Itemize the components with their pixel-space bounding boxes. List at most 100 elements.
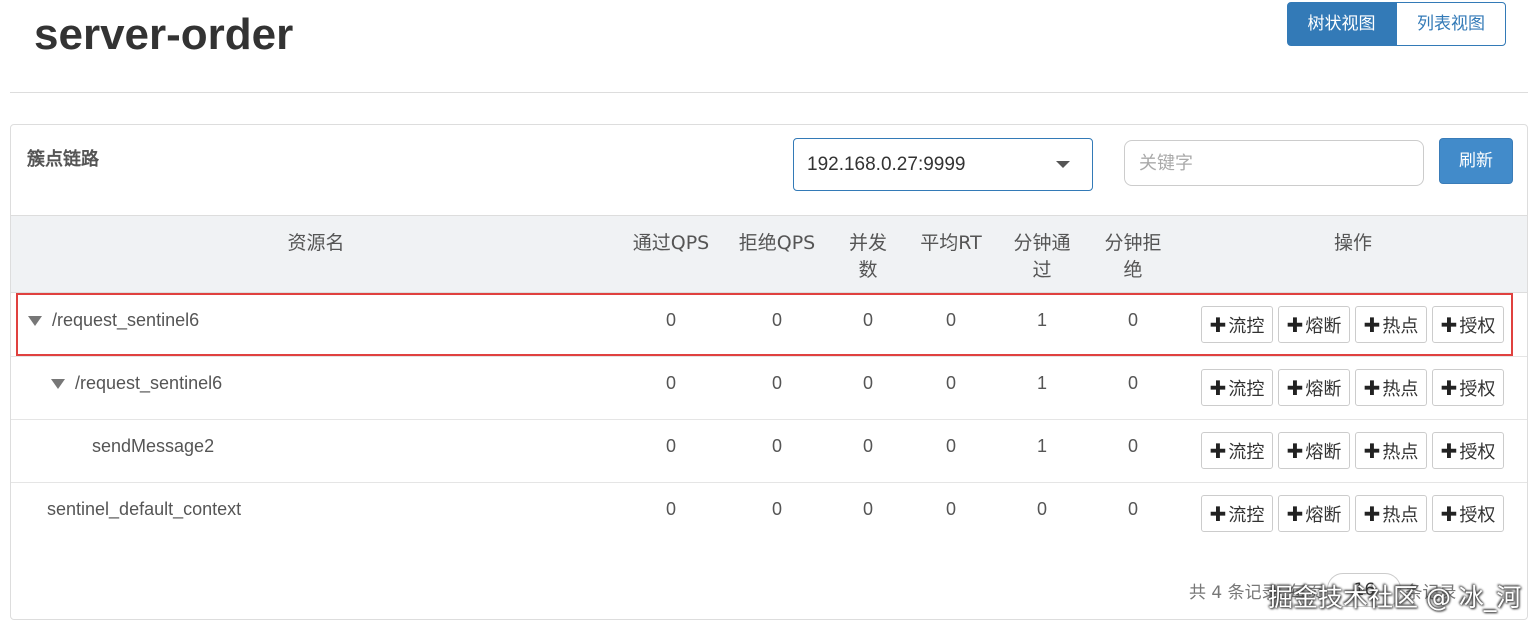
plus-icon: ✚ — [1440, 501, 1458, 526]
resource-name-cell: /request_sentinel6 — [28, 310, 199, 331]
plus-icon: ✚ — [1440, 438, 1458, 463]
avg-rt-cell: 0 — [945, 310, 956, 330]
avg-rt-cell: 0 — [945, 373, 956, 393]
chevron-down-icon — [1056, 161, 1070, 168]
add-flow-rule-label: 流控 — [1228, 441, 1265, 463]
plus-icon: ✚ — [1363, 312, 1381, 337]
col-thread-num: 并发 数 — [839, 230, 897, 284]
add-auth-rule-button[interactable]: ✚ 授权 — [1432, 495, 1504, 532]
header-divider — [10, 92, 1528, 93]
add-flow-rule-button[interactable]: ✚ 流控 — [1201, 495, 1273, 532]
col-pass-qps: 通过QPS — [632, 232, 710, 254]
resource-name-cell: /request_sentinel6 — [51, 373, 222, 394]
resource-name: /request_sentinel6 — [75, 373, 223, 393]
add-degrade-rule-button[interactable]: ✚ 熔断 — [1278, 369, 1350, 406]
add-auth-rule-label: 授权 — [1459, 315, 1496, 337]
col-thread-num-line2: 数 — [858, 259, 878, 281]
plus-icon: ✚ — [1209, 501, 1227, 526]
list-view-button[interactable]: 列表视图 — [1396, 2, 1506, 46]
add-degrade-rule-button[interactable]: ✚ 熔断 — [1278, 306, 1350, 343]
minute-block-cell: 0 — [1127, 499, 1138, 519]
add-degrade-rule-label: 熔断 — [1305, 441, 1342, 463]
col-resource-name: 资源名 — [287, 232, 345, 254]
minute-pass-cell: 1 — [1036, 373, 1047, 393]
refresh-button[interactable]: 刷新 — [1439, 138, 1513, 184]
plus-icon: ✚ — [1286, 501, 1304, 526]
add-degrade-rule-label: 熔断 — [1305, 315, 1342, 337]
add-flow-rule-button[interactable]: ✚ 流控 — [1201, 369, 1273, 406]
pass-qps-cell: 0 — [665, 436, 676, 456]
add-flow-rule-label: 流控 — [1228, 315, 1265, 337]
add-flow-rule-label: 流控 — [1228, 378, 1265, 400]
block-qps-cell: 0 — [771, 436, 782, 456]
thread-num-cell: 0 — [862, 373, 873, 393]
block-qps-cell: 0 — [771, 310, 782, 330]
table-row: sendMessage2 0 0 0 0 1 0 ✚ 流控 ✚ 熔断 ✚ 热点 ✚ 授权 — [11, 420, 1527, 483]
add-auth-rule-label: 授权 — [1459, 378, 1496, 400]
table-row: sentinel_default_context 0 0 0 0 0 0 ✚ 流控… — [11, 483, 1527, 546]
add-degrade-rule-label: 熔断 — [1305, 504, 1342, 526]
col-minute-block: 分钟拒 绝 — [1098, 230, 1168, 284]
block-qps-cell: 0 — [771, 373, 782, 393]
add-auth-rule-button[interactable]: ✚ 授权 — [1432, 306, 1504, 343]
plus-icon: ✚ — [1209, 375, 1227, 400]
panel-title: 簇点链路 — [27, 149, 99, 170]
add-auth-rule-label: 授权 — [1459, 504, 1496, 526]
expand-toggle-icon[interactable] — [28, 315, 42, 326]
col-block-qps: 拒绝QPS — [738, 232, 816, 254]
watermark: 掘金技术社区 @ 冰_河 — [1268, 583, 1522, 612]
add-auth-rule-button[interactable]: ✚ 授权 — [1432, 369, 1504, 406]
resource-name: sendMessage2 — [92, 436, 215, 456]
add-degrade-rule-button[interactable]: ✚ 熔断 — [1278, 432, 1350, 469]
minute-block-cell: 0 — [1127, 310, 1138, 330]
thread-num-cell: 0 — [862, 310, 873, 330]
plus-icon: ✚ — [1363, 375, 1381, 400]
add-flow-rule-button[interactable]: ✚ 流控 — [1201, 432, 1273, 469]
add-auth-rule-label: 授权 — [1459, 441, 1496, 463]
add-hotspot-rule-button[interactable]: ✚ 热点 — [1355, 495, 1427, 532]
row-actions: ✚ 流控 ✚ 熔断 ✚ 热点 ✚ 授权 — [1201, 369, 1504, 406]
plus-icon: ✚ — [1209, 438, 1227, 463]
resource-name: /request_sentinel6 — [52, 310, 200, 330]
expand-toggle-icon[interactable] — [51, 378, 65, 389]
add-flow-rule-button[interactable]: ✚ 流控 — [1201, 306, 1273, 343]
machine-select-value: 192.168.0.27:9999 — [807, 154, 966, 175]
plus-icon: ✚ — [1286, 438, 1304, 463]
pass-qps-cell: 0 — [665, 373, 676, 393]
thread-num-cell: 0 — [862, 436, 873, 456]
table-header: 资源名 通过QPS 拒绝QPS 并发 数 平均RT 分钟通 过 分钟拒 绝 操作 — [11, 215, 1527, 293]
minute-pass-cell: 1 — [1036, 310, 1047, 330]
page-title: server-order — [34, 10, 294, 59]
add-hotspot-rule-label: 热点 — [1382, 504, 1419, 526]
add-hotspot-rule-button[interactable]: ✚ 热点 — [1355, 432, 1427, 469]
keyword-search-input[interactable] — [1124, 140, 1424, 186]
avg-rt-cell: 0 — [945, 436, 956, 456]
view-toggle: 树状视图 列表视图 — [1287, 2, 1506, 46]
plus-icon: ✚ — [1209, 312, 1227, 337]
pass-qps-cell: 0 — [665, 310, 676, 330]
row-actions: ✚ 流控 ✚ 熔断 ✚ 热点 ✚ 授权 — [1201, 495, 1504, 532]
page-header: server-order 树状视图 列表视图 — [0, 0, 1537, 94]
col-minute-block-line1: 分钟拒 — [1104, 232, 1162, 254]
add-hotspot-rule-button[interactable]: ✚ 热点 — [1355, 306, 1427, 343]
col-minute-block-line2: 绝 — [1123, 259, 1143, 281]
add-hotspot-rule-label: 热点 — [1382, 315, 1419, 337]
row-actions: ✚ 流控 ✚ 熔断 ✚ 热点 ✚ 授权 — [1201, 306, 1504, 343]
avg-rt-cell: 0 — [945, 499, 956, 519]
minute-block-cell: 0 — [1127, 436, 1138, 456]
machine-select[interactable]: 192.168.0.27:9999 — [793, 138, 1093, 191]
add-auth-rule-button[interactable]: ✚ 授权 — [1432, 432, 1504, 469]
resource-panel: 簇点链路 192.168.0.27:9999 刷新 资源名 通过QPS 拒绝QP… — [10, 124, 1528, 620]
add-hotspot-rule-button[interactable]: ✚ 热点 — [1355, 369, 1427, 406]
resource-name: sentinel_default_context — [47, 499, 242, 519]
thread-num-cell: 0 — [862, 499, 873, 519]
col-minute-pass-line2: 过 — [1032, 259, 1052, 281]
table-row: /request_sentinel6 0 0 0 0 1 0 ✚ 流控 ✚ 熔断 ✚… — [11, 357, 1527, 420]
minute-pass-cell: 0 — [1036, 499, 1047, 519]
col-minute-pass: 分钟通 过 — [1007, 230, 1077, 284]
tree-view-button[interactable]: 树状视图 — [1287, 2, 1396, 46]
minute-pass-cell: 1 — [1036, 436, 1047, 456]
add-degrade-rule-button[interactable]: ✚ 熔断 — [1278, 495, 1350, 532]
block-qps-cell: 0 — [771, 499, 782, 519]
plus-icon: ✚ — [1363, 438, 1381, 463]
